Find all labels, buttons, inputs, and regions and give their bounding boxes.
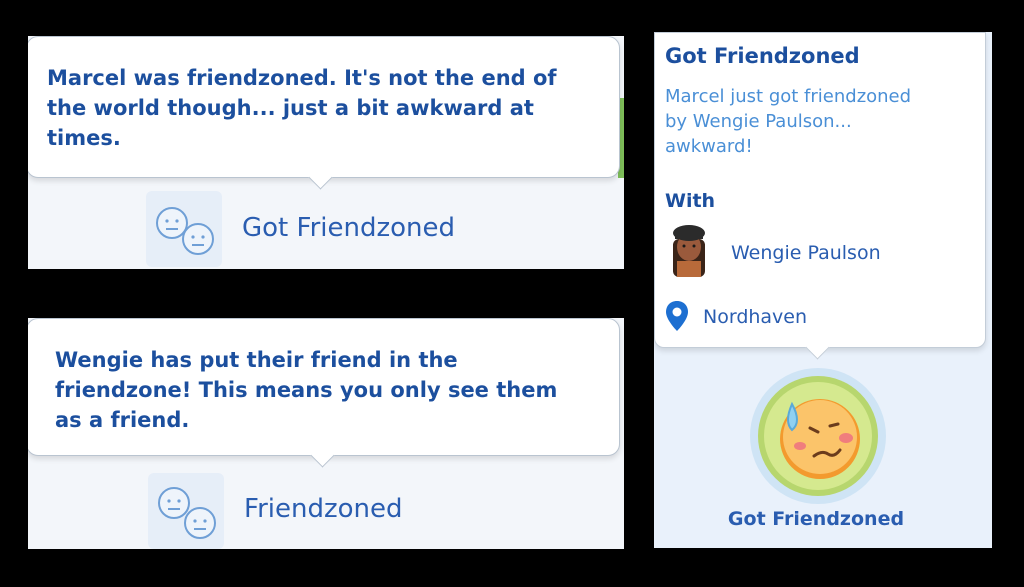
speech-bubble: Marcel was friendzoned. It's not the end… xyxy=(28,36,620,178)
moodlet-badge-label: Got Friendzoned xyxy=(727,508,905,530)
moodlet-tooltip-panel: Got Friendzoned Marcel just got friendzo… xyxy=(654,32,992,548)
two-neutral-faces-icon xyxy=(158,487,216,539)
tooltip-title: Got Friendzoned xyxy=(665,44,860,68)
bubble-line-1: Marcel was friendzoned. It's not the end… xyxy=(47,66,557,90)
location-name[interactable]: Nordhaven xyxy=(703,306,807,328)
two-neutral-faces-icon xyxy=(156,207,214,255)
awkward-sweating-face-icon xyxy=(750,368,886,504)
bubble-line-1: Wengie has put their friend in the xyxy=(55,348,458,372)
moodlet-label: Friendzoned xyxy=(244,494,403,524)
bubble-line-3: times. xyxy=(47,126,121,150)
notification-panel-got-friendzoned: Marcel was friendzoned. It's not the end… xyxy=(28,36,624,269)
tooltip-card: Got Friendzoned Marcel just got friendzo… xyxy=(654,32,986,348)
speech-bubble: Wengie has put their friend in the frien… xyxy=(28,318,620,456)
tooltip-desc-line-2: by Wengie Paulson... xyxy=(665,111,852,132)
with-sim-name[interactable]: Wengie Paulson xyxy=(731,242,881,264)
notification-panel-friendzoned: Wengie has put their friend in the frien… xyxy=(28,318,624,549)
location-pin-icon xyxy=(666,301,688,331)
avatar[interactable] xyxy=(669,221,709,277)
moodlet-label: Got Friendzoned xyxy=(242,213,456,243)
bubble-line-2: friendzone! This means you only see them xyxy=(55,378,558,402)
with-heading: With xyxy=(665,190,716,212)
moodlet-badge[interactable] xyxy=(748,366,888,506)
moodlet-tile[interactable] xyxy=(146,191,222,267)
moodlet-tile[interactable] xyxy=(148,473,224,549)
bubble-line-2: the world though... just a bit awkward a… xyxy=(47,96,534,120)
bubble-line-3: as a friend. xyxy=(55,408,190,432)
tooltip-desc-line-3: awkward! xyxy=(665,136,753,157)
tooltip-desc-line-1: Marcel just got friendzoned xyxy=(665,86,912,107)
